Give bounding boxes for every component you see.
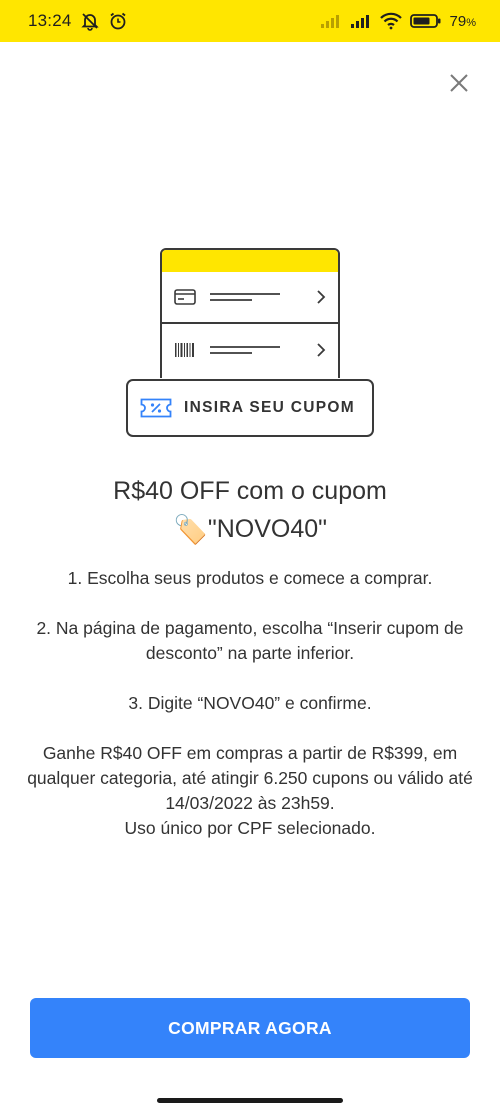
close-button[interactable] <box>444 68 474 98</box>
card-row-barcode <box>162 324 338 376</box>
alarm-icon <box>108 11 128 31</box>
promo-title: R$40 OFF com o cupom 🏷️"NOVO40" <box>0 472 500 549</box>
status-right: 79% <box>320 12 476 30</box>
usage-text: Uso único por CPF selecionado. <box>124 818 376 838</box>
buy-now-button[interactable]: COMPRAR AGORA <box>30 998 470 1058</box>
mute-icon <box>80 11 100 31</box>
chevron-right-icon <box>316 290 326 304</box>
card-row-credit-card <box>162 272 338 324</box>
step-3: 3. Digite “NOVO40” e confirme. <box>128 693 372 713</box>
buy-now-label: COMPRAR AGORA <box>168 1017 332 1038</box>
battery-percent-value: 79 <box>449 12 467 30</box>
coupon-illustration: INSIRA SEU CUPOM <box>124 248 376 440</box>
payment-card-illustration <box>160 248 340 388</box>
promo-title-line2: 🏷️"NOVO40" <box>0 510 500 549</box>
battery-percent-suffix: % <box>466 16 476 29</box>
status-bar: 13:24 79% <box>0 0 500 42</box>
gesture-nav-handle[interactable] <box>157 1098 343 1103</box>
credit-card-icon <box>174 289 196 305</box>
status-time: 13:24 <box>28 11 72 30</box>
battery-icon <box>409 13 442 29</box>
chevron-right-icon <box>316 343 326 357</box>
step-1: 1. Escolha seus produtos e comece a comp… <box>67 568 433 588</box>
close-icon <box>448 72 470 94</box>
placeholder-lines <box>210 345 282 355</box>
wifi-icon <box>379 12 402 30</box>
coupon-percent-icon <box>140 398 172 418</box>
tag-emoji-icon: 🏷️ <box>172 514 208 545</box>
promo-title-line1: R$40 OFF com o cupom <box>113 477 387 505</box>
barcode-icon <box>174 342 196 358</box>
status-left: 13:24 <box>28 11 128 31</box>
coupon-input-illustration: INSIRA SEU CUPOM <box>126 379 374 437</box>
card-header-band <box>162 250 338 272</box>
instructions: 1. Escolha seus produtos e comece a comp… <box>20 566 480 841</box>
coupon-modal-screen: 13:24 79% INSIRA SEU CUPOM R$40 OFF com … <box>0 0 500 1111</box>
terms-text: Ganhe R$40 OFF em compras a partir de R$… <box>27 743 473 813</box>
coupon-label: INSIRA SEU CUPOM <box>184 399 355 416</box>
step-2: 2. Na página de pagamento, escolha “Inse… <box>36 618 464 663</box>
placeholder-lines <box>210 292 282 302</box>
coupon-code: "NOVO40" <box>207 515 328 543</box>
signal-icon <box>350 13 372 29</box>
signal-icon <box>320 13 342 29</box>
battery-percent: 79% <box>450 13 476 30</box>
